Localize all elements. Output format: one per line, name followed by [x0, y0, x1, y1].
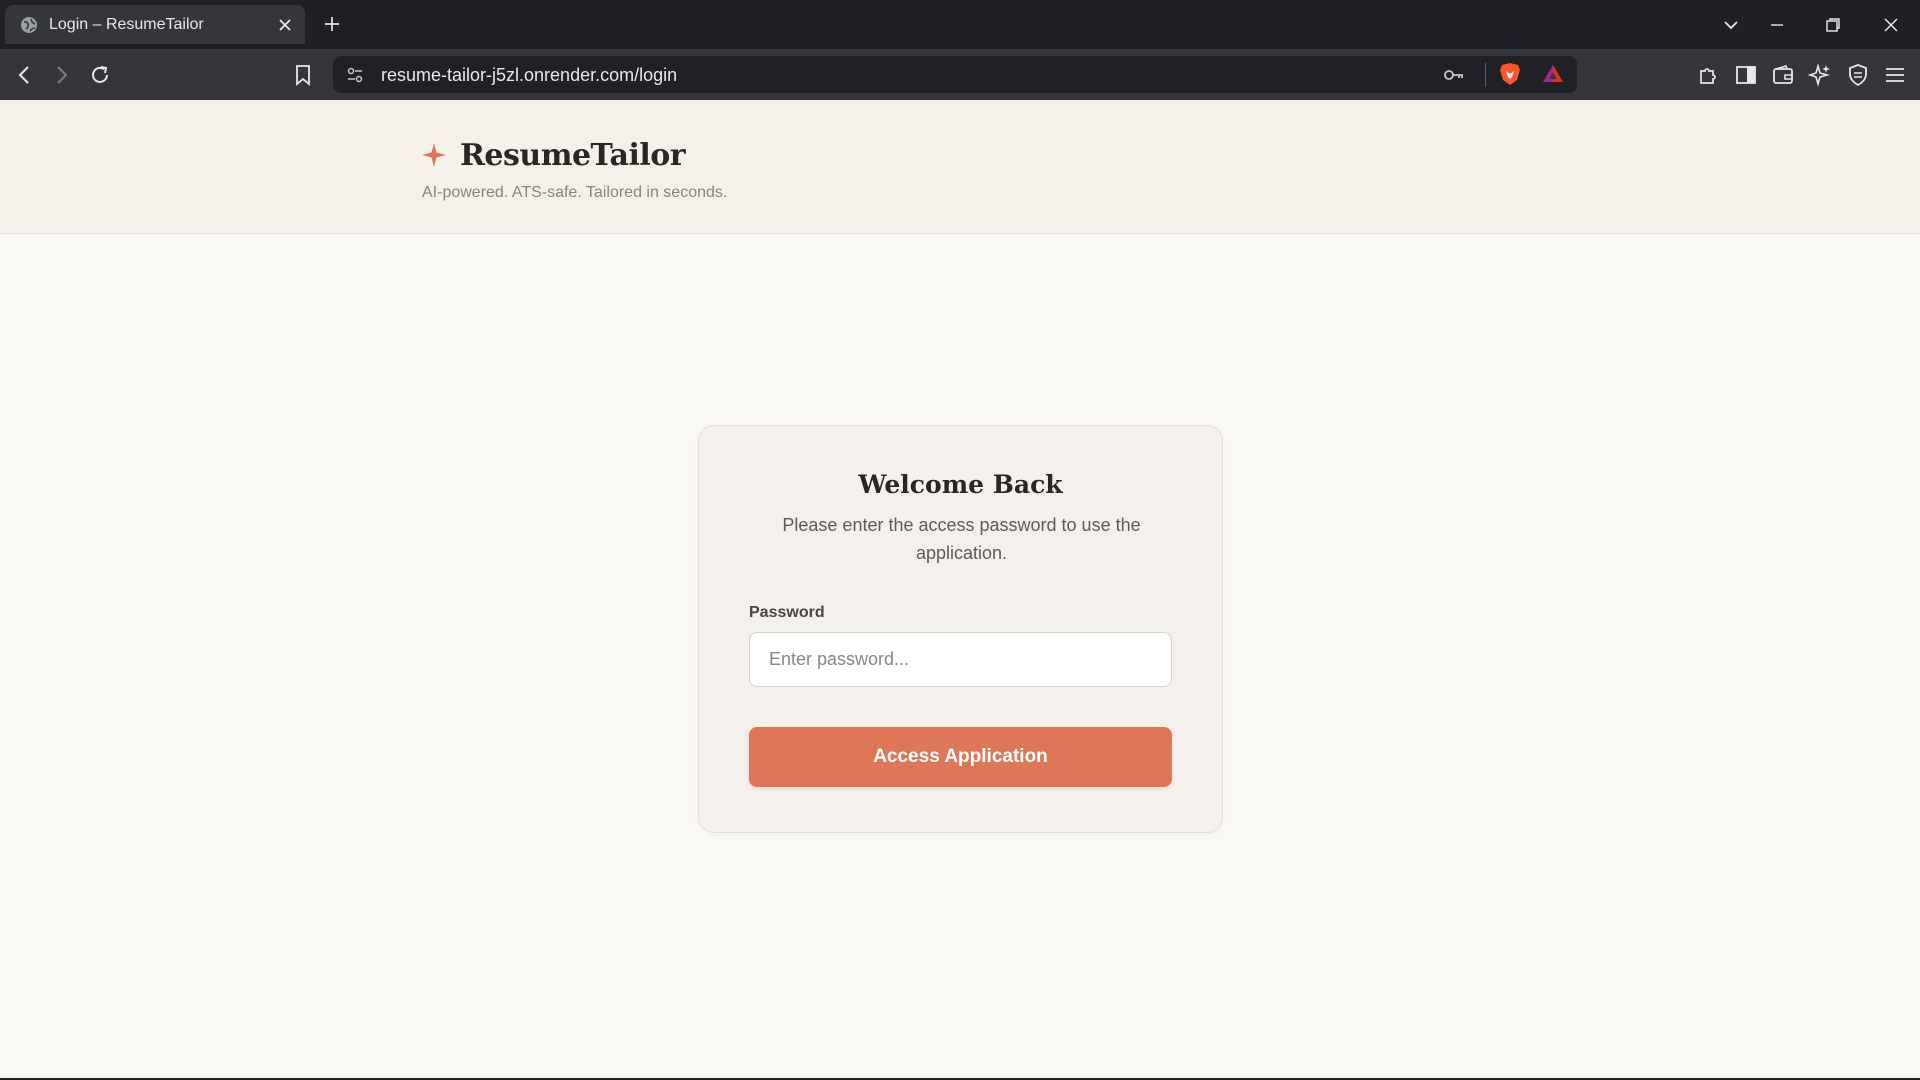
sparkle-icon	[422, 143, 446, 167]
brave-rewards-icon[interactable]	[1541, 62, 1565, 86]
forward-arrow-icon[interactable]	[49, 63, 73, 87]
brave-shields-icon[interactable]	[1499, 62, 1521, 86]
menu-hamburger-icon[interactable]	[1883, 63, 1907, 87]
address-bar-divider	[1485, 63, 1486, 87]
sidebar-icon[interactable]	[1734, 63, 1758, 87]
brand-tagline: AI-powered. ATS-safe. Tailored in second…	[422, 184, 728, 201]
password-key-icon[interactable]	[1443, 65, 1465, 85]
leo-ai-sparkle-icon[interactable]	[1808, 63, 1832, 87]
login-card: Welcome Back Please enter the access pas…	[698, 425, 1223, 833]
reload-icon[interactable]	[88, 63, 112, 87]
restore-window-icon[interactable]	[1822, 14, 1844, 36]
bookmark-icon[interactable]	[291, 63, 315, 87]
site-info-icon[interactable]	[345, 65, 365, 85]
globe-icon	[21, 17, 37, 33]
new-tab-plus-icon[interactable]	[322, 14, 342, 34]
tab-search-chevron-icon[interactable]	[1720, 14, 1742, 36]
browser-toolbar: resume-tailor-j5zl.onrender.com/login	[0, 49, 1920, 100]
tab-title: Login – ResumeTailor	[49, 16, 204, 33]
vpn-shield-icon[interactable]	[1846, 63, 1870, 87]
login-subtitle: Please enter the access password to use …	[782, 515, 1141, 563]
extensions-puzzle-icon[interactable]	[1696, 63, 1720, 87]
close-window-icon[interactable]	[1880, 14, 1902, 36]
brand-title: ResumeTailor	[460, 138, 686, 173]
wallet-icon[interactable]	[1771, 63, 1795, 87]
app-header: ResumeTailor AI-powered. ATS-safe. Tailo…	[0, 100, 1920, 234]
password-label: Password	[749, 604, 825, 621]
password-input[interactable]	[749, 632, 1172, 687]
address-bar[interactable]: resume-tailor-j5zl.onrender.com/login	[333, 56, 1577, 93]
access-application-button[interactable]: Access Application	[749, 727, 1172, 787]
address-bar-url[interactable]: resume-tailor-j5zl.onrender.com/login	[381, 65, 677, 86]
minimize-window-icon[interactable]	[1766, 14, 1788, 36]
back-arrow-icon[interactable]	[13, 63, 37, 87]
browser-tab-active[interactable]: Login – ResumeTailor	[5, 5, 305, 44]
close-tab-icon[interactable]	[276, 16, 294, 34]
browser-tab-strip: Login – ResumeTailor	[0, 0, 1920, 49]
login-title: Welcome Back	[858, 470, 1063, 499]
